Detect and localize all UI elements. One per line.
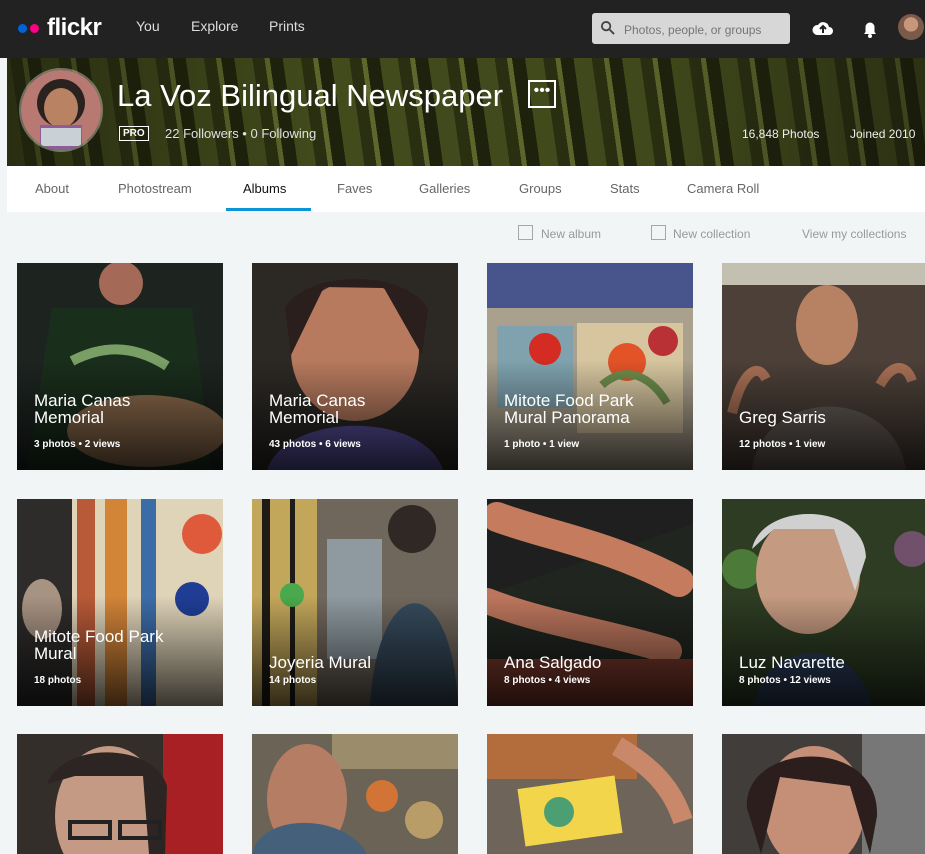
album-card[interactable]: Mitote Food Park Mural 18 photos bbox=[17, 499, 223, 706]
tab-albums[interactable]: Albums bbox=[243, 181, 286, 196]
active-tab-indicator bbox=[226, 208, 311, 211]
profile-tabs: About Photostream Albums Faves Galleries… bbox=[7, 166, 925, 212]
upload-cloud-icon[interactable] bbox=[811, 17, 835, 41]
album-card[interactable]: Luz Navarette 8 photos • 12 views bbox=[722, 499, 925, 706]
album-meta: 8 photos • 12 views bbox=[739, 675, 831, 686]
album-card[interactable] bbox=[17, 734, 223, 854]
blue-dot-icon bbox=[18, 23, 27, 33]
album-title: Maria Canas Memorial bbox=[269, 391, 366, 427]
bell-icon[interactable] bbox=[858, 17, 882, 41]
album-title: Ana Salgado bbox=[504, 653, 602, 672]
album-actions: New album New collection View my collect… bbox=[0, 220, 925, 250]
album-card[interactable]: Maria Canas Memorial 43 photos • 6 views bbox=[252, 263, 458, 470]
album-card[interactable] bbox=[252, 734, 458, 854]
new-collection-icon bbox=[651, 225, 666, 240]
nav-you[interactable]: You bbox=[136, 18, 160, 34]
flickr-logo[interactable]: flickr bbox=[18, 14, 102, 42]
tab-camera-roll[interactable]: Camera Roll bbox=[687, 181, 759, 196]
account-avatar[interactable] bbox=[898, 14, 924, 40]
nav-explore[interactable]: Explore bbox=[191, 18, 238, 34]
pro-badge: PRO bbox=[119, 126, 149, 141]
album-card[interactable]: Ana Salgado 8 photos • 4 views bbox=[487, 499, 693, 706]
woman-glasses-photo-icon bbox=[17, 734, 223, 854]
album-shade bbox=[722, 596, 925, 706]
search-icon bbox=[600, 20, 615, 35]
album-title: Greg Sarris bbox=[739, 408, 826, 427]
album-shade bbox=[252, 596, 458, 706]
album-meta: 1 photo • 1 view bbox=[504, 439, 580, 450]
tab-faves[interactable]: Faves bbox=[337, 181, 372, 196]
new-album-button[interactable]: New album bbox=[541, 227, 601, 241]
album-card[interactable]: Mitote Food Park Mural Panorama 1 photo … bbox=[487, 263, 693, 470]
album-card[interactable] bbox=[722, 734, 925, 854]
tab-galleries[interactable]: Galleries bbox=[419, 181, 470, 196]
flickr-dots-icon bbox=[18, 23, 39, 33]
album-meta: 8 photos • 4 views bbox=[504, 675, 591, 686]
joined-date: Joined 2010 bbox=[850, 127, 916, 141]
album-shade bbox=[487, 596, 693, 706]
album-meta: 43 photos • 6 views bbox=[269, 439, 361, 450]
album-title: Mitote Food Park Mural Panorama bbox=[504, 391, 634, 427]
nav-prints[interactable]: Prints bbox=[269, 18, 305, 34]
profile-title: La Voz Bilingual Newspaper bbox=[117, 78, 504, 113]
tab-photostream[interactable]: Photostream bbox=[118, 181, 192, 196]
tab-about[interactable]: About bbox=[35, 181, 69, 196]
album-title: Mitote Food Park Mural bbox=[34, 627, 164, 663]
kitchen-photo-icon bbox=[252, 734, 458, 854]
search-input[interactable] bbox=[622, 13, 786, 46]
album-meta: 12 photos • 1 view bbox=[739, 439, 826, 450]
tab-stats[interactable]: Stats bbox=[610, 181, 640, 196]
profile-cover: La Voz Bilingual Newspaper ••• PRO 22 Fo… bbox=[7, 58, 925, 166]
search-box[interactable] bbox=[592, 13, 790, 46]
new-collection-button[interactable]: New collection bbox=[673, 227, 750, 241]
album-meta: 14 photos bbox=[269, 675, 317, 686]
print-cards-photo-icon bbox=[487, 734, 693, 854]
tab-groups[interactable]: Groups bbox=[519, 181, 562, 196]
album-title: Joyeria Mural bbox=[269, 653, 372, 672]
album-title: Luz Navarette bbox=[739, 653, 845, 672]
album-meta: 3 photos • 2 views bbox=[34, 439, 121, 450]
profile-avatar[interactable] bbox=[19, 68, 103, 152]
photos-count: 16,848 Photos bbox=[742, 127, 820, 141]
followers-following[interactable]: 22 Followers • 0 Following bbox=[165, 126, 316, 141]
album-card[interactable] bbox=[487, 734, 693, 854]
young-woman-photo-icon bbox=[722, 734, 925, 854]
logo-text: flickr bbox=[47, 14, 102, 41]
album-card[interactable]: Maria Canas Memorial 3 photos • 2 views bbox=[17, 263, 223, 470]
album-meta: 18 photos bbox=[34, 675, 82, 686]
profile-avatar-image bbox=[21, 70, 101, 150]
new-album-icon bbox=[518, 225, 533, 240]
pink-dot-icon bbox=[30, 23, 39, 33]
album-title: Maria Canas Memorial bbox=[34, 391, 131, 427]
album-card[interactable]: Greg Sarris 12 photos • 1 view bbox=[722, 263, 925, 470]
top-navigation-bar: flickr You Explore Prints bbox=[0, 0, 925, 58]
view-collections-link[interactable]: View my collections bbox=[802, 227, 906, 241]
album-card[interactable]: Joyeria Mural 14 photos bbox=[252, 499, 458, 706]
more-options-button[interactable]: ••• bbox=[528, 80, 556, 108]
